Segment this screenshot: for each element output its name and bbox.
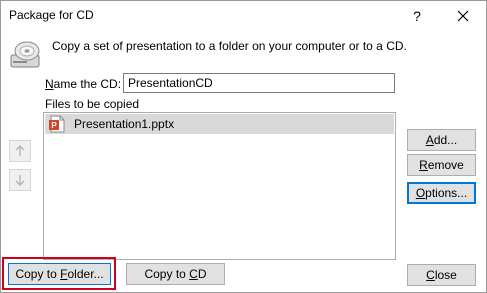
- help-button[interactable]: ?: [405, 5, 429, 27]
- arrow-up-icon: [15, 145, 25, 156]
- file-list[interactable]: P Presentation1.pptx: [43, 112, 396, 260]
- copy-to-folder-button[interactable]: Copy to Folder...: [8, 263, 111, 285]
- svg-text:P: P: [51, 121, 57, 130]
- name-the-cd-label: Name the CD:: [45, 77, 122, 91]
- move-up-button[interactable]: [9, 140, 31, 162]
- remove-button[interactable]: Remove: [407, 154, 476, 176]
- close-icon: [457, 10, 469, 22]
- dialog-title: Package for CD: [9, 8, 94, 22]
- close-button[interactable]: Close: [407, 264, 476, 286]
- powerpoint-file-icon: P: [49, 115, 65, 133]
- close-window-button[interactable]: [451, 5, 475, 27]
- options-button[interactable]: Options...: [407, 182, 476, 204]
- package-for-cd-dialog: Package for CD ? Copy a set of presentat…: [0, 0, 487, 293]
- arrow-down-icon: [15, 175, 25, 186]
- file-name: Presentation1.pptx: [74, 117, 175, 131]
- move-down-button[interactable]: [9, 169, 31, 191]
- copy-to-cd-button[interactable]: Copy to CD: [126, 263, 225, 285]
- files-to-be-copied-label: Files to be copied: [45, 97, 140, 111]
- cd-name-input[interactable]: [123, 73, 395, 93]
- cd-drive-icon: [10, 41, 40, 68]
- title-bar: Package for CD ?: [1, 1, 486, 31]
- add-button[interactable]: Add...: [407, 129, 476, 151]
- description-text: Copy a set of presentation to a folder o…: [52, 39, 407, 53]
- list-item[interactable]: P Presentation1.pptx: [45, 114, 394, 134]
